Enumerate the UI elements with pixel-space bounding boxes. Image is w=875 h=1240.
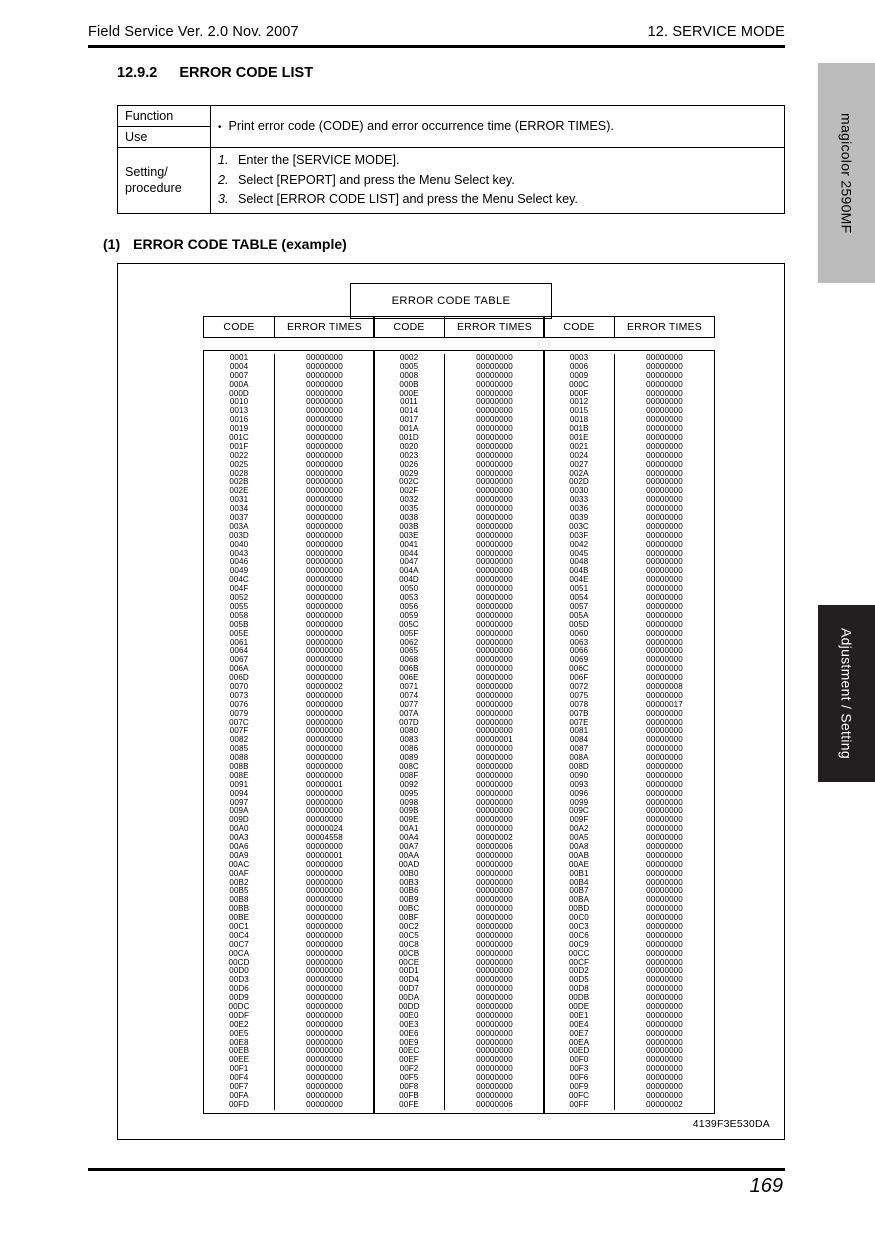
error-code-column-body: 0003 00000000 0006 00000000 0009 00000000 000C…: [543, 350, 715, 1114]
side-tab-chapter: Adjustment / Setting: [818, 605, 875, 782]
procedure-label: Setting/ procedure: [117, 147, 211, 214]
section-number: 12.9.2: [117, 65, 158, 81]
header-divider: [88, 45, 785, 48]
column-header-code: CODE: [204, 317, 275, 337]
specification-table: Function • Print error code (CODE) and e…: [117, 105, 785, 214]
column-header-code: CODE: [544, 317, 615, 337]
procedure-step: 1. Enter the [SERVICE MODE].: [218, 151, 777, 171]
footer-divider: [88, 1168, 785, 1171]
table-row: 00FF 00000002: [544, 1099, 714, 1110]
table-row-procedure: Setting/ procedure 1. Enter the [SERVICE …: [117, 147, 785, 214]
error-code-column-group-2: CODE ERROR TIMES 0002 00000000 0005 0000000…: [373, 316, 545, 1114]
subsection-title: ERROR CODE TABLE (example): [133, 236, 347, 252]
cell-error-code: 00FE: [374, 1100, 445, 1110]
page-header: Field Service Ver. 2.0 Nov. 2007 12. SER…: [88, 24, 785, 40]
table-row-function: Function • Print error code (CODE) and e…: [117, 105, 785, 148]
side-tab-chapter-label: Adjustment / Setting: [838, 628, 855, 759]
cell-error-times: 00000000: [306, 1099, 343, 1109]
subsection-heading: (1) ERROR CODE TABLE (example): [103, 236, 347, 252]
procedure-label-line-1: Setting/: [125, 164, 168, 179]
subsection-number: (1): [103, 236, 121, 252]
figure-title-box: ERROR CODE TABLE: [350, 283, 552, 319]
function-label: Function: [117, 105, 211, 127]
procedure-step-number: 3.: [218, 192, 229, 207]
column-header-error-times: ERROR TIMES: [456, 321, 533, 333]
procedure-step-text: Select [ERROR CODE LIST] and press the M…: [238, 192, 578, 207]
table-row: 00FE 00000006: [374, 1099, 544, 1110]
cell-error-times: 00000006: [476, 1099, 513, 1109]
section-title: ERROR CODE LIST: [179, 65, 314, 81]
column-header-error-times: ERROR TIMES: [626, 321, 703, 333]
section-heading: 12.9.2 ERROR CODE LIST: [117, 65, 313, 81]
error-code-column-group-1: CODE ERROR TIMES 0001 00000000 0004 0000000…: [203, 316, 375, 1114]
figure-id-label: 4139F3E530DA: [692, 1118, 770, 1130]
function-description-cell: • Print error code (CODE) and error occu…: [210, 105, 785, 148]
use-label: Use: [117, 126, 211, 148]
function-description-text: Print error code (CODE) and error occurr…: [228, 118, 614, 133]
procedure-step-text: Enter the [SERVICE MODE].: [238, 153, 400, 167]
side-tab-product-label: magicolor 2590MF: [838, 112, 855, 234]
side-tab-product: magicolor 2590MF: [818, 63, 875, 283]
error-code-column-body: 0001 00000000 0004 00000000 0007 00000000 000A…: [203, 350, 375, 1114]
bullet-icon: •: [218, 121, 222, 133]
cell-error-code: 00FF: [544, 1100, 615, 1110]
header-document-title: Field Service Ver. 2.0 Nov. 2007: [88, 24, 299, 40]
cell-error-times: 00000002: [646, 1099, 683, 1109]
table-row: 00FD 00000000: [204, 1099, 374, 1110]
procedure-label-line-2: procedure: [125, 181, 182, 196]
procedure-steps-cell: 1. Enter the [SERVICE MODE]. 2. Select [REP…: [210, 147, 785, 214]
error-code-column-group-3: CODE ERROR TIMES 0003 00000000 0006 0000000…: [543, 316, 715, 1114]
column-header-code: CODE: [374, 317, 445, 337]
procedure-step-number: 2.: [218, 172, 229, 187]
procedure-step-number: 1.: [218, 153, 229, 167]
header-chapter-title: 12. SERVICE MODE: [647, 24, 785, 40]
column-header-row: CODE ERROR TIMES: [203, 316, 375, 338]
column-header-row: CODE ERROR TIMES: [543, 316, 715, 338]
column-header-row: CODE ERROR TIMES: [373, 316, 545, 338]
error-code-table-figure: ERROR CODE TABLE CODE ERROR TIMES 0001 00…: [117, 263, 785, 1140]
procedure-step: 2. Select [REPORT] and press the Menu Sel…: [218, 171, 777, 191]
procedure-step-list: 1. Enter the [SERVICE MODE]. 2. Select [REP…: [218, 151, 777, 210]
procedure-step-text: Select [REPORT] and press the Menu Selec…: [238, 172, 515, 187]
procedure-step: 3. Select [ERROR CODE LIST] and press the…: [218, 190, 777, 210]
cell-error-code: 00FD: [204, 1100, 275, 1110]
page-number: 169: [749, 1175, 783, 1197]
column-header-error-times: ERROR TIMES: [286, 321, 363, 333]
error-code-column-body: 0002 00000000 0005 00000000 0008 00000000 000B…: [373, 350, 545, 1114]
